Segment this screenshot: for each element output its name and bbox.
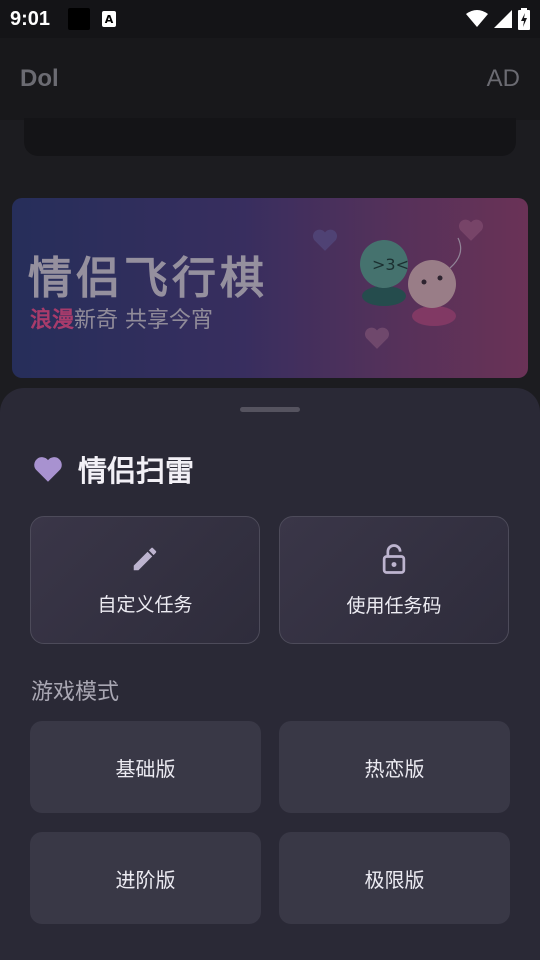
drag-handle[interactable] xyxy=(240,407,300,412)
promo-banner[interactable]: 情侣飞行棋 浪漫新奇 共享今宵 >3< xyxy=(12,198,528,378)
status-time: 9:01 xyxy=(10,7,51,30)
background-card xyxy=(24,118,516,156)
heart-icon xyxy=(34,457,62,482)
custom-task-button[interactable]: 自定义任务 xyxy=(30,516,260,644)
banner-subtitle: 浪漫新奇 共享今宵 xyxy=(30,302,213,334)
ad-button[interactable]: AD xyxy=(487,65,520,93)
mode-basic-button[interactable]: 基础版 xyxy=(30,721,261,813)
status-icons xyxy=(466,8,530,30)
lock-icon xyxy=(382,543,406,574)
a-notification-icon: A xyxy=(102,11,117,27)
svg-text:>3<: >3< xyxy=(372,255,409,274)
heart-decoration-icon xyxy=(312,229,338,251)
game-mode-label: 游戏模式 xyxy=(31,680,120,705)
status-bar: 9:01 A xyxy=(0,0,540,38)
cell-signal-icon xyxy=(494,10,512,28)
game-pieces-illustration: >3< xyxy=(360,237,462,326)
sheet-header: 情侣扫雷 xyxy=(32,448,194,490)
mode-advanced-button[interactable]: 进阶版 xyxy=(30,832,261,924)
pencil-icon xyxy=(133,547,157,570)
bottom-sheet: 情侣扫雷 自定义任务 使用任务码 游戏模式 基础版 热恋版 进阶版 极限版 xyxy=(0,388,540,960)
banner-subtitle-rest: 新奇 共享今宵 xyxy=(74,308,214,333)
custom-task-label: 自定义任务 xyxy=(97,593,193,616)
banner-subtitle-highlight: 浪漫 xyxy=(30,308,75,333)
app-title: Dol xyxy=(20,65,59,92)
sheet-title: 情侣扫雷 xyxy=(78,454,195,488)
banner-title: 情侣飞行棋 xyxy=(28,253,268,304)
mode-passionate-button[interactable]: 热恋版 xyxy=(279,721,510,813)
mode-extreme-button[interactable]: 极限版 xyxy=(279,832,510,924)
battery-charging-icon xyxy=(518,8,530,30)
use-task-code-button[interactable]: 使用任务码 xyxy=(279,516,509,644)
wifi-icon xyxy=(466,10,488,27)
app-bar: Dol AD xyxy=(0,38,540,120)
notification-black-icon xyxy=(68,8,91,30)
use-task-code-label: 使用任务码 xyxy=(346,594,442,617)
